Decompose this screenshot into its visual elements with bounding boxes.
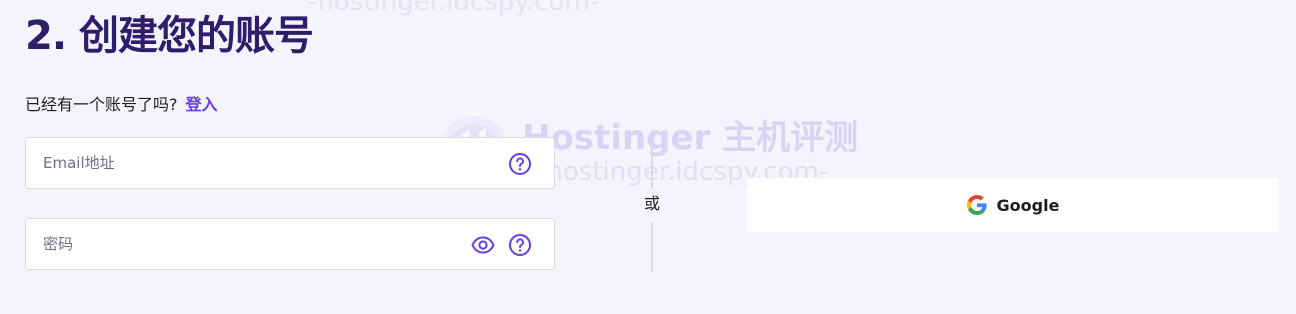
login-prompt-text: 已经有一个账号了吗? <box>25 95 178 114</box>
or-divider-text: 或 <box>643 194 660 213</box>
login-link[interactable]: 登入 <box>186 95 218 114</box>
google-button-label: Google <box>996 195 1060 215</box>
page-title: 2. 创建您的账号 <box>25 13 314 59</box>
question-circle-icon[interactable] <box>508 233 532 257</box>
google-logo-icon <box>966 195 987 215</box>
password-input[interactable] <box>43 219 443 269</box>
divider-line-top <box>651 137 653 189</box>
watermark-url-top: -hostinger.idcspy.com- <box>308 0 600 17</box>
email-field[interactable] <box>25 137 555 189</box>
watermark-title: Hostinger 主机评测 <box>522 118 859 158</box>
eye-icon[interactable] <box>471 233 495 257</box>
divider-line-bottom <box>651 222 653 272</box>
question-circle-icon[interactable] <box>508 152 532 176</box>
login-prompt: 已经有一个账号了吗? 登入 <box>25 93 218 117</box>
password-field[interactable] <box>25 218 555 270</box>
google-signup-button[interactable]: Google <box>747 178 1279 232</box>
email-input[interactable] <box>43 138 443 188</box>
